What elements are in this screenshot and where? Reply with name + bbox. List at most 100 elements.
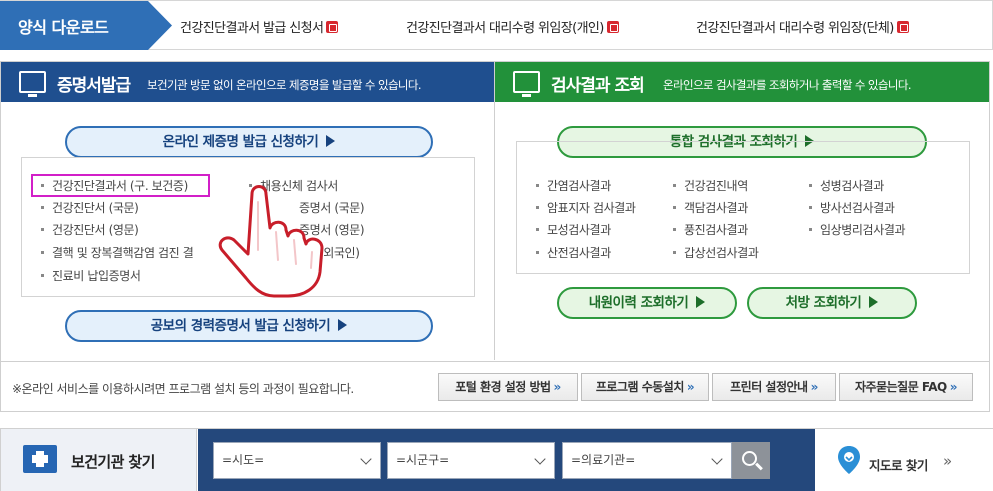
- find-on-map-link[interactable]: 지도로 찾기 »: [815, 429, 993, 491]
- bullet: [536, 184, 539, 187]
- result-item-rubella[interactable]: 풍진검사결과: [673, 221, 748, 238]
- program-notice-row: ※온라인 서비스를 이용하시려면 프로그램 설치 등의 과정이 필요합니다. 포…: [1, 361, 989, 411]
- search-icon-handle: [755, 462, 763, 471]
- pdf-icon: [606, 21, 619, 33]
- result-item-radiology[interactable]: 방사선검사결과: [809, 199, 895, 216]
- item-label: 산전검사결과: [547, 246, 611, 260]
- result-item-prenatal[interactable]: 산전검사결과: [536, 244, 611, 261]
- finder-title: 보건기관 찾기: [71, 453, 155, 471]
- bullet: [536, 206, 539, 209]
- institution-select[interactable]: =의료기관=: [562, 442, 732, 479]
- certificate-item-tb-result[interactable]: 결핵 및 장복결핵감염 검진 결: [41, 244, 194, 261]
- double-chevron-icon: »: [553, 380, 562, 394]
- result-item-maternal[interactable]: 모성검사결과: [536, 221, 611, 238]
- result-item-sputum[interactable]: 객담검사결과: [673, 199, 748, 216]
- province-select[interactable]: =시도=: [213, 442, 381, 479]
- item-label: 결핵 및 장복결핵감염 검진 결: [52, 246, 194, 260]
- item-label: 객담검사결과: [684, 201, 748, 215]
- results-subtitle: 온라인으로 검사결과를 조회하거나 출력할 수 있습니다.: [663, 78, 911, 92]
- bullet: [41, 228, 44, 231]
- bullet: [673, 251, 676, 254]
- item-label: 진료비 납입증명서: [52, 269, 141, 283]
- career-certificate-apply-button[interactable]: 공보의 경력증명서 발급 신청하기: [65, 310, 433, 342]
- button-label: 프린터 설정안내: [730, 380, 808, 394]
- search-button[interactable]: [732, 442, 770, 479]
- result-item-hepatitis[interactable]: 간염검사결과: [536, 177, 611, 194]
- form-link-proxy-individual[interactable]: 건강진단결과서 대리수령 위임장(개인): [406, 17, 619, 36]
- select-value: =시군구=: [396, 453, 450, 467]
- result-item-checkup-history[interactable]: 건강검진내역: [673, 177, 748, 194]
- certificate-subtitle: 보건기관 방문 없이 온라인으로 제증명을 발급할 수 있습니다.: [147, 78, 422, 92]
- result-item-thyroid[interactable]: 갑상선검사결과: [673, 244, 759, 261]
- select-value: =시도=: [222, 453, 265, 467]
- highlight-box: [31, 174, 210, 197]
- map-pin-icon: [838, 446, 860, 474]
- visit-button-label: 내원이력 조회하기: [588, 295, 689, 311]
- bullet: [809, 206, 812, 209]
- form-link-certificate-request[interactable]: 건강진단결과서 발급 신청서: [180, 17, 339, 36]
- play-arrow-icon: [326, 135, 336, 147]
- finder-search-bar: =시도= =시군구= =의료기관=: [198, 429, 815, 491]
- pdf-icon: [326, 21, 339, 33]
- item-label: 건강검진내역: [684, 179, 748, 193]
- double-chevron-icon: »: [949, 380, 958, 394]
- result-item-std[interactable]: 성병검사결과: [809, 177, 884, 194]
- certificate-item-health-kr[interactable]: 건강진단서 (국문): [41, 199, 139, 216]
- hospital-cross-icon: [23, 445, 57, 473]
- form-download-label: 양식 다운로드: [18, 18, 109, 37]
- button-label: 포털 환경 설정 방법: [455, 380, 551, 394]
- health-facility-finder: 보건기관 찾기 =시도= =시군구= =의료기관= 지도로 찾기 »: [0, 428, 993, 491]
- bullet: [41, 274, 44, 277]
- double-chevron-icon: »: [810, 380, 819, 394]
- monitor-pulse-icon: [513, 71, 540, 97]
- bullet: [536, 251, 539, 254]
- chevron-down-icon: [534, 453, 546, 465]
- item-label: 풍진검사결과: [684, 223, 748, 237]
- item-label: 건강진단서 (국문): [52, 201, 139, 215]
- item-label: 건강진단서 (영문): [52, 223, 139, 237]
- prescription-button[interactable]: 처방 조회하기: [747, 287, 917, 319]
- certificate-item-payment[interactable]: 진료비 납입증명서: [41, 267, 141, 284]
- results-header: 검사결과 조회 온라인으로 검사결과를 조회하거나 출력할 수 있습니다.: [495, 62, 989, 102]
- double-chevron-icon: »: [686, 380, 695, 394]
- panel-divider: [494, 62, 495, 360]
- bullet: [536, 228, 539, 231]
- chevron-down-icon: [711, 453, 723, 465]
- faq-button[interactable]: 자주묻는질문 FAQ»: [839, 373, 973, 401]
- form-link-label: 건강진단결과서 대리수령 위임장(단체): [696, 21, 894, 36]
- item-label: 성병검사결과: [820, 179, 884, 193]
- bullet: [673, 184, 676, 187]
- form-link-proxy-group[interactable]: 건강진단결과서 대리수령 위임장(단체): [696, 17, 909, 36]
- manual-install-button[interactable]: 프로그램 수동설치»: [581, 373, 709, 401]
- item-label: 갑상선검사결과: [684, 246, 759, 260]
- play-arrow-icon: [869, 296, 879, 308]
- item-label: 방사선검사결과: [820, 201, 895, 215]
- result-item-clinical-pathology[interactable]: 임상병리검사결과: [809, 221, 906, 238]
- service-panel: 증명서발급 보건기관 방문 없이 온라인으로 제증명을 발급할 수 있습니다. …: [0, 61, 990, 412]
- bullet: [41, 251, 44, 254]
- item-label: 암표지자 검사결과: [547, 201, 636, 215]
- bullet: [809, 184, 812, 187]
- printer-guide-button[interactable]: 프린터 설정안내»: [712, 373, 836, 401]
- select-value: =의료기관=: [571, 453, 636, 467]
- online-certificate-apply-button[interactable]: 온라인 제증명 발급 신청하기: [65, 126, 433, 158]
- portal-settings-button[interactable]: 포털 환경 설정 방법»: [438, 373, 578, 401]
- certificate-header: 증명서발급 보건기관 방문 없이 온라인으로 제증명을 발급할 수 있습니다.: [1, 62, 494, 102]
- apply-button-label: 온라인 제증명 발급 신청하기: [162, 134, 319, 150]
- certificate-title: 증명서발급: [57, 76, 131, 96]
- item-label: 임상병리검사결과: [820, 223, 906, 237]
- form-download-title: 양식 다운로드: [0, 1, 172, 50]
- results-title: 검사결과 조회: [551, 76, 645, 96]
- bullet: [673, 206, 676, 209]
- result-item-tumor-marker[interactable]: 암표지자 검사결과: [536, 199, 636, 216]
- city-select[interactable]: =시군구=: [387, 442, 555, 479]
- monitor-download-icon: [19, 71, 46, 97]
- button-label: 자주묻는질문 FAQ: [855, 380, 947, 394]
- finder-label-block: 보건기관 찾기: [1, 429, 197, 491]
- certificate-item-health-en[interactable]: 건강진단서 (영문): [41, 221, 139, 238]
- item-label: 모성검사결과: [547, 223, 611, 237]
- double-chevron-icon: »: [943, 452, 953, 470]
- prescription-button-label: 처방 조회하기: [785, 295, 862, 311]
- visit-history-button[interactable]: 내원이력 조회하기: [557, 287, 737, 319]
- play-arrow-icon: [696, 296, 706, 308]
